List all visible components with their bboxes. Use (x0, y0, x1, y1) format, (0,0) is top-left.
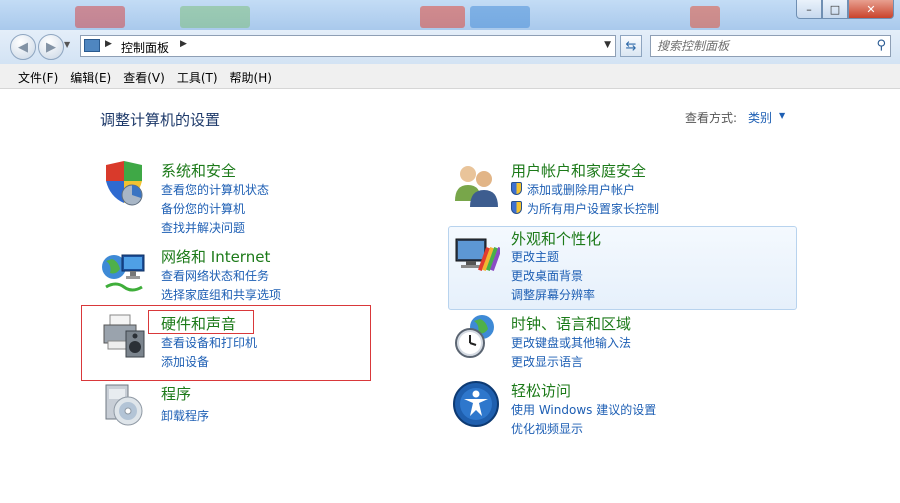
window-controls: – □ ✕ (796, 0, 894, 19)
clock-icon[interactable] (452, 311, 500, 359)
menu-file[interactable]: 文件(F) (0, 64, 64, 88)
navigation-bar: ◀ ▶ ▼ ▶ 控制面板 ▶ ▼ ⇆ ⚲ (0, 30, 900, 64)
link-parental-controls[interactable]: 为所有用户设置家长控制 (527, 200, 659, 217)
link-change-input-method[interactable]: 更改键盘或其他输入法 (511, 334, 631, 351)
system-security-icon[interactable] (100, 159, 148, 207)
users-icon[interactable] (452, 161, 500, 209)
view-by-label: 查看方式: (685, 111, 738, 125)
link-screen-resolution[interactable]: 调整屏幕分辨率 (511, 286, 595, 303)
search-box[interactable]: ⚲ (650, 35, 891, 57)
link-view-computer-status[interactable]: 查看您的计算机状态 (161, 181, 269, 198)
category-title-ease-of-access[interactable]: 轻松访问 (511, 380, 571, 401)
link-optimize-visual-display[interactable]: 优化视频显示 (511, 420, 583, 437)
link-troubleshoot[interactable]: 查找并解决问题 (161, 219, 245, 236)
back-arrow-icon: ◀ (18, 39, 28, 55)
category-title-appearance[interactable]: 外观和个性化 (511, 228, 601, 249)
forward-arrow-icon: ▶ (46, 39, 56, 55)
close-button[interactable]: ✕ (848, 0, 894, 19)
control-panel-icon (84, 39, 100, 52)
category-title-network[interactable]: 网络和 Internet (161, 246, 270, 267)
link-uninstall-program[interactable]: 卸载程序 (161, 407, 209, 424)
minimize-button[interactable]: – (796, 0, 822, 19)
menu-bar: 文件(F) 编辑(E) 查看(V) 工具(T) 帮助(H) (0, 64, 900, 89)
link-homegroup-sharing[interactable]: 选择家庭组和共享选项 (161, 286, 281, 303)
programs-icon[interactable] (100, 381, 148, 429)
link-change-background[interactable]: 更改桌面背景 (511, 267, 583, 284)
link-add-remove-accounts[interactable]: 添加或删除用户帐户 (527, 181, 635, 198)
category-title-user-accounts[interactable]: 用户帐户和家庭安全 (511, 160, 646, 181)
link-change-theme[interactable]: 更改主题 (511, 248, 559, 265)
category-title-clock-region[interactable]: 时钟、语言和区域 (511, 313, 631, 334)
breadcrumb-separator-icon[interactable]: ▶ (180, 39, 187, 49)
ease-of-access-icon[interactable] (452, 380, 500, 428)
window-titlebar: – □ ✕ (0, 0, 900, 30)
refresh-icon: ⇆ (625, 38, 637, 54)
highlight-box-hardware-title (148, 310, 254, 334)
page-title: 调整计算机的设置 (100, 111, 221, 129)
link-change-display-language[interactable]: 更改显示语言 (511, 353, 583, 370)
appearance-icon[interactable] (452, 233, 502, 281)
view-by-dropdown[interactable]: 类别 (748, 109, 772, 126)
back-button[interactable]: ◀ (10, 34, 36, 60)
menu-tools[interactable]: 工具(T) (171, 64, 224, 88)
refresh-button[interactable]: ⇆ (620, 35, 642, 57)
maximize-button[interactable]: □ (822, 0, 848, 19)
recent-pages-dropdown[interactable]: ▼ (64, 40, 70, 49)
appearance-category-highlight[interactable] (448, 226, 797, 310)
background-tile (420, 6, 465, 28)
background-tile (180, 6, 250, 28)
control-panel-content: 调整计算机的设置 查看方式: 类别 ▼ 系统和安全 查看您的计算机状态 备份您的… (0, 89, 900, 503)
menu-help[interactable]: 帮助(H) (224, 64, 278, 88)
uac-shield-icon (511, 201, 522, 214)
breadcrumb-control-panel[interactable]: 控制面板 (121, 39, 169, 56)
background-tile (690, 6, 720, 28)
category-title-system-security[interactable]: 系统和安全 (161, 160, 236, 181)
search-icon[interactable]: ⚲ (876, 38, 886, 53)
link-backup-computer[interactable]: 备份您的计算机 (161, 200, 245, 217)
breadcrumb-separator-icon[interactable]: ▶ (105, 39, 112, 49)
address-dropdown-icon[interactable]: ▼ (604, 40, 611, 50)
view-by-dropdown-icon[interactable]: ▼ (779, 111, 785, 120)
search-input[interactable] (657, 38, 857, 54)
link-windows-recommended-settings[interactable]: 使用 Windows 建议的设置 (511, 401, 656, 418)
background-tile (75, 6, 125, 28)
network-icon[interactable] (100, 247, 148, 295)
uac-shield-icon (511, 182, 522, 195)
background-tile (470, 6, 530, 28)
forward-button[interactable]: ▶ (38, 34, 64, 60)
category-title-programs[interactable]: 程序 (161, 383, 191, 404)
link-network-status[interactable]: 查看网络状态和任务 (161, 267, 269, 284)
address-bar[interactable]: ▶ 控制面板 ▶ ▼ (80, 35, 616, 57)
menu-view[interactable]: 查看(V) (117, 64, 171, 88)
menu-edit[interactable]: 编辑(E) (64, 64, 117, 88)
